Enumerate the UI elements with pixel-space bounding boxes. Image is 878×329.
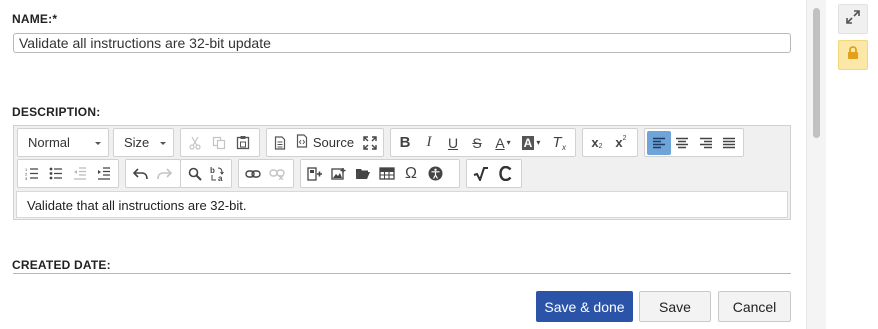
x-icon: x (562, 142, 566, 152)
clipboard-group (180, 128, 260, 157)
redo-icon[interactable] (152, 162, 176, 186)
name-label: NAME:* (12, 12, 58, 26)
expand-icon (846, 9, 860, 29)
open-folder-icon[interactable] (351, 162, 375, 186)
document-icon[interactable] (269, 131, 292, 155)
bold-icon[interactable]: B (393, 131, 417, 155)
underline-icon[interactable]: U (441, 131, 465, 155)
italic-icon[interactable]: I (417, 131, 441, 155)
math-icon[interactable] (469, 162, 493, 186)
table-icon[interactable] (375, 162, 399, 186)
description-label: DESCRIPTION: (12, 105, 101, 119)
svg-text:3: 3 (25, 176, 28, 180)
align-right-icon[interactable] (694, 131, 718, 155)
script-group: x2 x2 (582, 128, 638, 157)
basic-styles-group: B I U S A ▾ A ▾ Tx (390, 128, 576, 157)
extra-group (466, 159, 522, 188)
unlink-icon[interactable] (265, 162, 289, 186)
rich-text-editor: Normal Size Source B I U S A ▾ A ▾ T x x… (13, 125, 791, 220)
history-group (125, 159, 181, 188)
chevron-down-icon (95, 142, 101, 145)
special-char-icon[interactable]: Ω (399, 162, 423, 186)
created-date-field[interactable] (13, 273, 791, 274)
document-group: Source (266, 128, 384, 157)
numbered-list-icon[interactable]: 123 (20, 162, 44, 186)
indent-icon[interactable] (92, 162, 116, 186)
scrollbar-thumb[interactable] (813, 8, 820, 138)
cancel-button[interactable]: Cancel (718, 291, 791, 322)
accessibility-icon[interactable] (423, 162, 447, 186)
remove-format-glyph: T (552, 134, 562, 151)
bulleted-list-icon[interactable] (44, 162, 68, 186)
source-label: Source (312, 135, 355, 150)
name-input[interactable] (13, 33, 791, 53)
undo-icon[interactable] (128, 162, 152, 186)
list-group: 123 (17, 159, 119, 188)
link-group (238, 159, 294, 188)
align-group (644, 128, 744, 157)
background-color-icon[interactable]: A ▾ (517, 131, 545, 155)
save-and-done-button[interactable]: Save & done (536, 291, 633, 322)
superscript-icon[interactable]: x2 (609, 131, 633, 155)
subscript-icon[interactable]: x2 (585, 131, 609, 155)
text-color-icon[interactable]: A ▾ (489, 131, 517, 155)
cut-icon[interactable] (183, 131, 207, 155)
find-group: ba (180, 159, 232, 188)
chevron-down-icon: ▾ (506, 138, 511, 147)
replace-icon[interactable]: ba (206, 162, 229, 186)
format-combo[interactable]: Normal (17, 128, 109, 157)
created-date-label: CREATED DATE: (12, 258, 111, 272)
scrollbar[interactable] (806, 0, 826, 329)
bg-color-glyph: A (521, 135, 535, 150)
editor-content-area[interactable]: Validate that all instructions are 32-bi… (16, 191, 788, 218)
side-panel (826, 0, 878, 329)
lock-icon (847, 45, 859, 65)
format-combo-value: Normal (28, 135, 70, 150)
insert-macro-icon[interactable] (303, 162, 327, 186)
chevron-down-icon (160, 142, 166, 145)
copy-icon[interactable] (207, 131, 231, 155)
expand-button[interactable] (838, 4, 868, 34)
insert-image-icon[interactable] (327, 162, 351, 186)
save-button[interactable]: Save (639, 291, 711, 322)
insert-group: Ω (300, 159, 460, 188)
toolbar-row-2: 123 b a Ω (14, 159, 790, 189)
svg-text:b: b (210, 166, 215, 175)
size-combo[interactable]: Size (113, 128, 174, 157)
cleanup-icon[interactable] (493, 162, 517, 186)
source-button[interactable]: Source (292, 131, 358, 155)
text-color-glyph: A (495, 134, 505, 151)
size-combo-value: Size (124, 135, 150, 150)
outdent-icon[interactable] (68, 162, 92, 186)
lock-button[interactable] (838, 40, 868, 70)
link-icon[interactable] (241, 162, 265, 186)
justify-icon[interactable] (718, 131, 742, 155)
find-icon[interactable] (183, 162, 206, 186)
edit-form: NAME:* DESCRIPTION: Normal Size (0, 0, 806, 329)
source-icon (296, 134, 308, 151)
align-left-icon[interactable] (647, 130, 671, 155)
paste-icon[interactable] (231, 131, 255, 155)
strikethrough-icon[interactable]: S (465, 131, 489, 155)
svg-text:a: a (218, 174, 223, 182)
maximize-icon[interactable] (358, 131, 381, 155)
remove-format-icon[interactable]: Tx (545, 131, 569, 155)
chevron-down-icon: ▾ (536, 138, 541, 147)
toolbar-row-1: Normal Size Source B I U S A ▾ A ▾ T x x… (14, 128, 790, 158)
align-center-icon[interactable] (671, 131, 695, 155)
